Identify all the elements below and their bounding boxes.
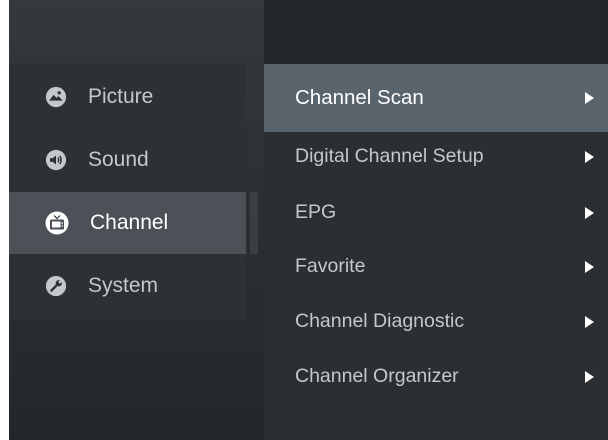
main-menu-panel: Picture Sound Channel System — [9, 0, 264, 440]
menu-item-label: Sound — [88, 148, 149, 171]
submenu-item-channel-diagnostic[interactable]: Channel Diagnostic — [264, 293, 608, 350]
submenu-item-label: Favorite — [295, 255, 366, 277]
picture-icon — [45, 86, 67, 108]
menu-item-channel[interactable]: Channel — [9, 192, 246, 254]
chevron-right-icon — [585, 206, 594, 219]
system-icon — [45, 275, 67, 297]
menu-item-system[interactable]: System — [9, 255, 246, 317]
chevron-right-icon — [585, 260, 594, 273]
submenu-item-channel-organizer[interactable]: Channel Organizer — [264, 348, 608, 405]
menu-item-label: Channel — [90, 211, 169, 234]
channel-icon — [45, 211, 69, 235]
tv-settings-screen: Picture Sound Channel System Channel Sca… — [9, 0, 608, 440]
submenu-item-label: Channel Scan — [295, 86, 424, 109]
submenu-item-favorite[interactable]: Favorite — [264, 238, 608, 295]
active-indicator — [250, 192, 258, 254]
sound-icon — [45, 149, 67, 171]
chevron-right-icon — [585, 370, 594, 383]
submenu-item-label: Channel Organizer — [295, 365, 459, 387]
submenu-item-label: Digital Channel Setup — [295, 145, 484, 167]
submenu-item-channel-scan[interactable]: Channel Scan — [264, 64, 608, 132]
submenu-item-label: EPG — [295, 201, 337, 223]
main-menu: Picture Sound Channel System — [9, 64, 246, 320]
menu-item-label: System — [88, 274, 159, 297]
menu-item-sound[interactable]: Sound — [9, 129, 246, 191]
channel-submenu: Channel Scan Digital Channel Setup EPG F… — [264, 64, 608, 440]
menu-item-picture[interactable]: Picture — [9, 66, 246, 128]
chevron-right-icon — [585, 315, 594, 328]
submenu-item-epg[interactable]: EPG — [264, 184, 608, 241]
submenu-item-digital-channel-setup[interactable]: Digital Channel Setup — [264, 128, 608, 185]
submenu-item-label: Channel Diagnostic — [295, 310, 465, 332]
chevron-right-icon — [585, 92, 594, 104]
menu-item-label: Picture — [88, 85, 154, 108]
chevron-right-icon — [585, 150, 594, 163]
